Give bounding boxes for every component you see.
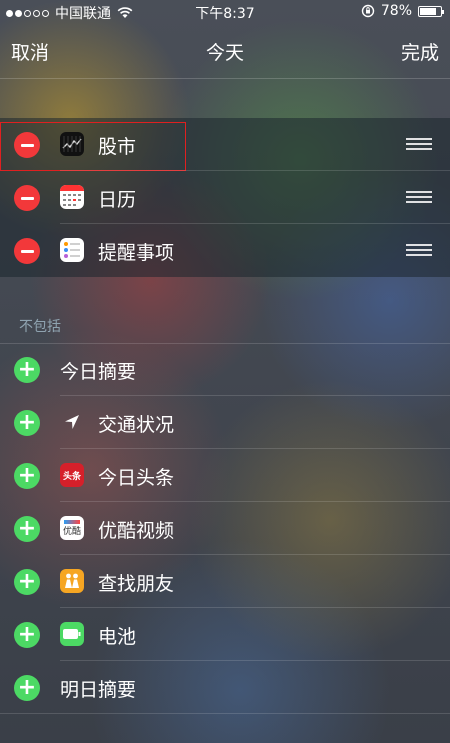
widget-row-calendar: 日历 — [0, 171, 450, 224]
reminders-icon — [60, 238, 84, 262]
battery-widget-icon — [60, 622, 84, 646]
available-widget-row: + 明日摘要 — [0, 661, 450, 714]
widget-row-stocks: 股市 — [0, 118, 450, 171]
battery-icon — [418, 5, 444, 17]
section-header: 不包括 — [19, 319, 61, 335]
available-widget-row: + 电池 — [0, 608, 450, 661]
reorder-handle-icon[interactable] — [406, 191, 432, 204]
done-button[interactable]: 完成 — [401, 38, 439, 65]
youku-icon: 优酷 — [60, 516, 84, 540]
nav-bar: 取消 今天 完成 — [0, 22, 450, 78]
available-widget-row: + 今日摘要 — [0, 343, 450, 396]
add-widget-button[interactable]: + — [14, 569, 40, 595]
widget-label: 日历 — [98, 189, 137, 211]
remove-widget-button[interactable] — [14, 238, 40, 264]
widget-label: 明日摘要 — [60, 679, 137, 701]
excluded-widgets-list: + 今日摘要 + 交通状况 + 头条 今日头条 + 优酷 优酷视频 + 查找朋友… — [0, 343, 450, 714]
add-widget-button[interactable]: + — [14, 675, 40, 701]
available-widget-row: + 优酷 优酷视频 — [0, 502, 450, 555]
nav-divider — [0, 78, 450, 79]
stocks-icon — [60, 132, 84, 156]
add-widget-button[interactable]: + — [14, 516, 40, 542]
orientation-lock-icon — [361, 4, 375, 18]
remove-widget-button[interactable] — [14, 185, 40, 211]
widget-label: 今日摘要 — [60, 361, 137, 383]
toutiao-icon-text: 头条 — [62, 471, 81, 482]
battery-percent: 78% — [380, 3, 412, 19]
add-widget-button[interactable]: + — [14, 410, 40, 436]
location-arrow-icon — [60, 410, 84, 434]
widget-label: 电池 — [98, 626, 137, 648]
available-widget-row: + 查找朋友 — [0, 555, 450, 608]
reorder-handle-icon[interactable] — [406, 138, 432, 151]
available-widget-row: + 头条 今日头条 — [0, 449, 450, 502]
toutiao-icon: 头条 — [60, 463, 84, 487]
reorder-handle-icon[interactable] — [406, 244, 432, 257]
widget-label: 今日头条 — [98, 467, 175, 489]
add-widget-button[interactable]: + — [14, 357, 40, 383]
included-widgets-list: 股市 日历 提醒事项 — [0, 118, 450, 277]
youku-icon-text: 优酷 — [62, 526, 81, 537]
page-title: 今天 — [205, 42, 244, 64]
remove-widget-button[interactable] — [14, 132, 40, 158]
row-divider — [0, 713, 450, 714]
add-widget-button[interactable]: + — [14, 622, 40, 648]
widget-label: 股市 — [98, 136, 137, 158]
available-widget-row: + 交通状况 — [0, 396, 450, 449]
find-friends-icon — [60, 569, 84, 593]
widget-label: 交通状况 — [98, 414, 175, 436]
widget-label: 优酷视频 — [98, 520, 175, 542]
calendar-icon — [60, 185, 84, 209]
widget-row-reminders: 提醒事项 — [0, 224, 450, 277]
status-bar: 中国联通 下午8:37 78% — [0, 0, 450, 22]
widget-label: 提醒事项 — [98, 242, 175, 264]
widget-label: 查找朋友 — [98, 573, 175, 595]
add-widget-button[interactable]: + — [14, 463, 40, 489]
status-right: 78% — [361, 3, 444, 19]
battery-fill — [420, 7, 436, 15]
